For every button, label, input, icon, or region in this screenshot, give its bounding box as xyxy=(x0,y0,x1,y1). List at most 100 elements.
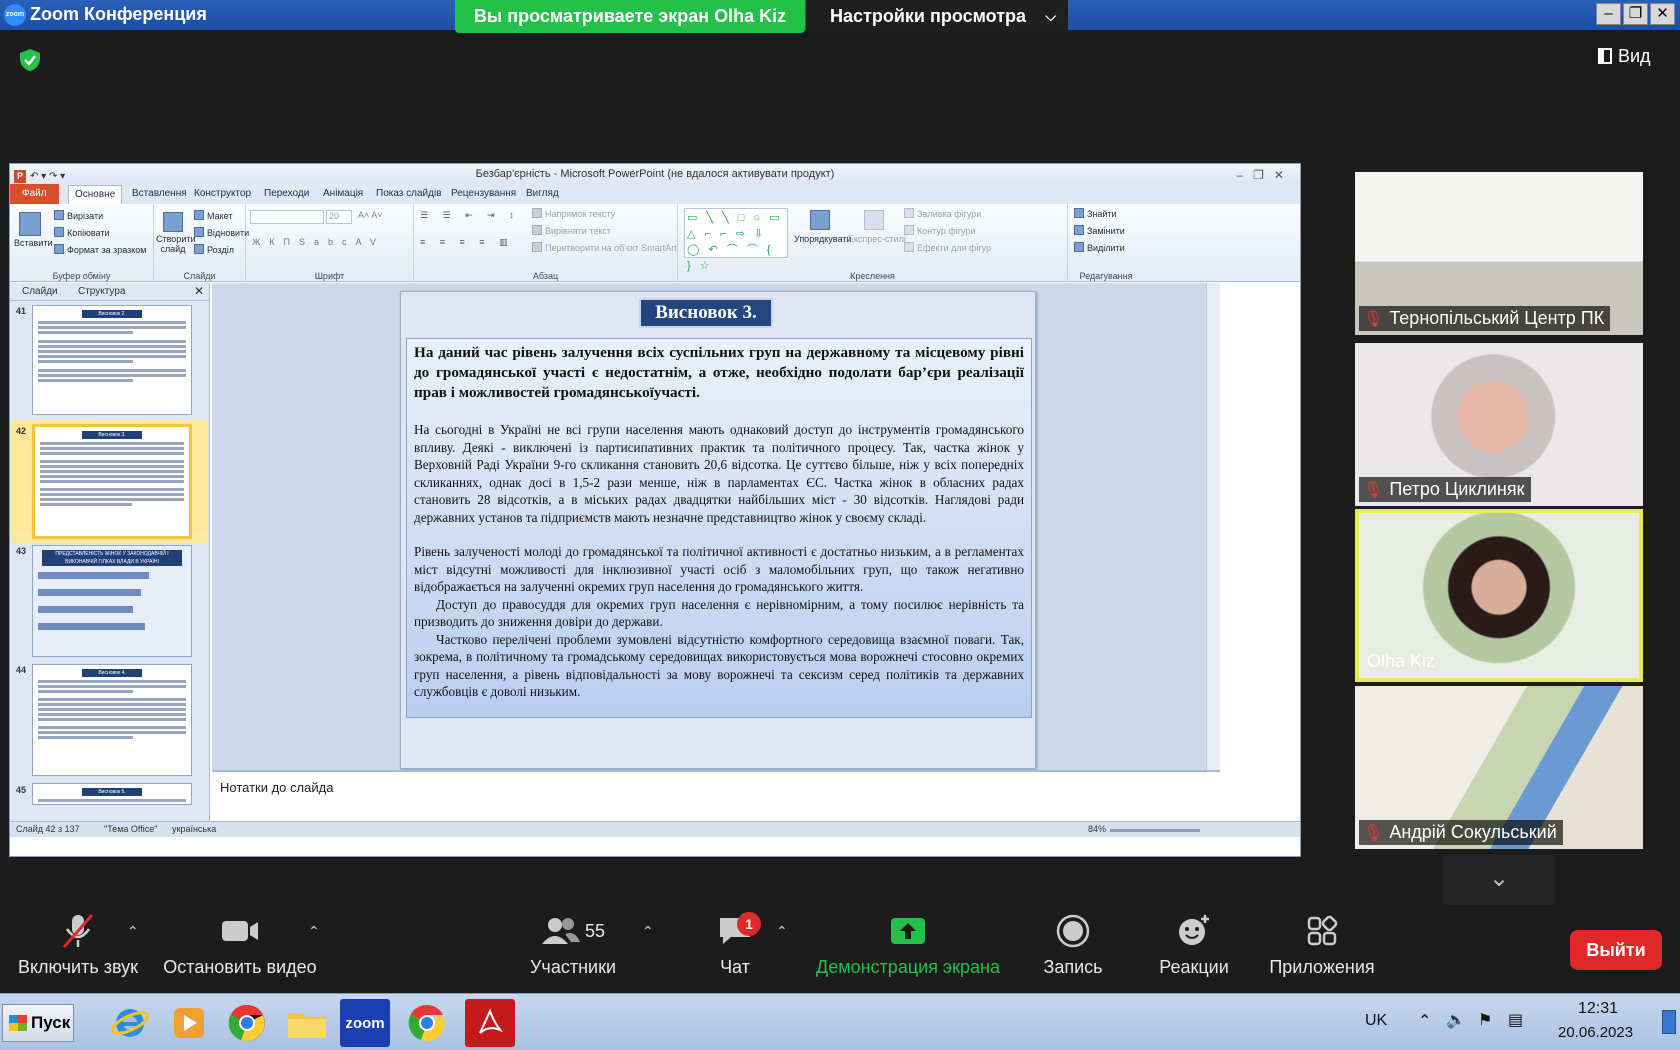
tab-outline[interactable]: Структура xyxy=(78,286,125,297)
zoom-taskbar-icon[interactable]: zoom xyxy=(340,999,390,1047)
media-player-icon[interactable] xyxy=(164,999,214,1047)
apps-button[interactable]: Приложения xyxy=(1266,905,1378,978)
shape-outline-button[interactable]: Контур фігури xyxy=(904,225,975,236)
internet-explorer-icon[interactable] xyxy=(105,999,155,1047)
list-buttons[interactable]: ☰ ☰ ⇤ ⇥ ↕ xyxy=(420,210,520,221)
record-button[interactable]: Запись xyxy=(1040,905,1106,978)
slide-notes[interactable]: Нотатки до слайда xyxy=(212,770,1220,806)
slide-counter: Слайд 42 з 137 xyxy=(16,824,80,834)
record-label: Запись xyxy=(1043,957,1103,977)
leave-meeting-button[interactable]: Выйти xyxy=(1570,930,1662,970)
clock-date[interactable]: 20.06.2023 xyxy=(1558,1024,1633,1041)
font-style-buttons[interactable]: ЖКПSabcAV xyxy=(252,237,385,247)
minimize-button[interactable]: – xyxy=(1596,3,1621,25)
tab-animation[interactable]: Анімація xyxy=(323,188,363,199)
tab-review[interactable]: Рецензування xyxy=(451,188,516,199)
slide-text-box[interactable]: На даний час рівень залучення всіх суспі… xyxy=(406,338,1032,718)
replace-button[interactable]: Замінити xyxy=(1074,225,1125,236)
chrome-icon[interactable] xyxy=(402,999,452,1047)
tab-slides[interactable]: Слайди xyxy=(22,286,58,297)
restore-button[interactable]: ❐ xyxy=(1623,3,1648,25)
start-button[interactable]: Пуск xyxy=(2,1004,74,1042)
paste-button[interactable]: Вставити xyxy=(14,212,53,248)
participant-video-active-speaker[interactable]: Olha Kiz xyxy=(1355,509,1643,682)
cut-button[interactable]: Вирізати xyxy=(54,210,103,221)
slide-thumbnail[interactable]: Висновок 5. xyxy=(32,783,192,805)
keyboard-language[interactable]: UK xyxy=(1365,1012,1387,1030)
reset-button[interactable]: Відновити xyxy=(194,227,249,238)
text-line xyxy=(38,374,186,377)
action-center-flag-icon[interactable]: ⚑ xyxy=(1478,1010,1492,1030)
shape-effects-button[interactable]: Ефекти для фігур xyxy=(904,242,991,253)
audio-options-caret-icon[interactable]: ⌃ xyxy=(127,923,139,940)
participant-video[interactable]: 🎙 Андрій Сокульський xyxy=(1355,686,1643,849)
shapes-gallery[interactable]: ▭ ╲ ╲ □ ○ ▭ △ ⌐ ⌐ ⇨ ⇩ ◯ ↶ ⌒ ⌒ { } ☆ xyxy=(684,208,788,272)
tab-file[interactable]: Файл xyxy=(10,184,59,204)
view-button-label: Вид xyxy=(1618,46,1651,66)
close-button[interactable]: ✕ xyxy=(1650,3,1675,25)
copy-button[interactable]: Копіювати xyxy=(54,227,110,238)
clock-time[interactable]: 12:31 xyxy=(1578,1000,1618,1018)
chat-button[interactable]: Чат xyxy=(700,905,770,978)
tab-insert[interactable]: Вставлення xyxy=(132,188,187,199)
unmute-button[interactable]: Включить звук xyxy=(10,905,146,978)
new-slide-label: Створити слайд xyxy=(156,234,196,254)
chat-options-caret-icon[interactable]: ⌃ xyxy=(776,923,788,940)
acrobat-reader-icon[interactable] xyxy=(465,999,515,1047)
participant-video[interactable]: 🎙 Петро Циклиняк xyxy=(1355,343,1643,506)
select-button[interactable]: Виділити xyxy=(1074,242,1125,253)
section-button[interactable]: Розділ xyxy=(194,244,234,255)
zoom-slider[interactable] xyxy=(1110,829,1200,832)
align-buttons[interactable]: ≡ ≡ ≡ ≡ ▥ xyxy=(420,237,514,248)
participant-video[interactable]: 🎙 Тернопільський Центр ПК xyxy=(1355,172,1643,335)
slide-scrollbar[interactable] xyxy=(1206,283,1220,770)
tab-view[interactable]: Вигляд xyxy=(526,188,559,199)
security-shield-icon[interactable] xyxy=(18,48,42,72)
video-options-caret-icon[interactable]: ⌃ xyxy=(308,923,320,940)
slide-thumbnail[interactable]: Висновок 2. xyxy=(32,305,192,415)
tab-slideshow[interactable]: Показ слайдів xyxy=(376,188,442,199)
volume-icon[interactable]: 🔈 xyxy=(1446,1010,1466,1030)
text-direction-button[interactable]: Напрямок тексту xyxy=(532,208,615,219)
font-size-field[interactable]: 20 xyxy=(326,210,352,224)
tab-design[interactable]: Конструктор xyxy=(194,188,251,199)
slide-canvas[interactable]: Висновок 3. На даний час рівень залученн… xyxy=(400,291,1036,769)
text-direction-label: Напрямок тексту xyxy=(545,209,616,219)
show-hidden-icons-icon[interactable]: ⌃ xyxy=(1418,1011,1431,1031)
format-painter-button[interactable]: Формат за зразком xyxy=(54,244,147,255)
participants-options-caret-icon[interactable]: ⌃ xyxy=(642,923,654,940)
video-camera-icon xyxy=(160,905,320,957)
text-line xyxy=(38,355,186,358)
file-explorer-icon[interactable] xyxy=(282,999,332,1047)
smartart-button[interactable]: Перетворити на об'єкт SmartArt xyxy=(532,242,677,253)
slide-thumbnail[interactable]: ПРЕДСТАВЛЕНІСТЬ ЖІНОК У ЗАКОНОДАВЧІЙ І В… xyxy=(32,545,192,657)
shape-fill-button[interactable]: Заливка фігури xyxy=(904,208,981,219)
participants-button[interactable]: 55 Участники xyxy=(520,905,626,978)
new-slide-button[interactable]: Створити слайд xyxy=(156,212,196,254)
smartart-label: Перетворити на об'єкт SmartArt xyxy=(545,243,677,253)
tab-home[interactable]: Основне xyxy=(68,185,123,205)
tab-transitions[interactable]: Переходи xyxy=(264,188,309,199)
align-text-button[interactable]: Вирівняти текст xyxy=(532,225,611,236)
show-desktop-button[interactable] xyxy=(1662,1010,1676,1034)
shared-powerpoint-window: P ↶ ▾ ↷ ▾ Безбар'єрність - Microsoft Powe… xyxy=(9,163,1301,857)
chrome-icon[interactable] xyxy=(222,999,272,1047)
find-button[interactable]: Знайти xyxy=(1074,208,1117,219)
reactions-button[interactable]: Реакции xyxy=(1152,905,1236,978)
smartart-icon xyxy=(532,242,542,252)
arrange-button[interactable]: Упорядкувати xyxy=(794,210,851,244)
slides-group-label: Слайди xyxy=(183,271,216,281)
quick-styles-button[interactable]: Експрес-стилі xyxy=(848,210,906,244)
close-panel-icon[interactable]: ✕ xyxy=(194,284,204,298)
grow-font-icon[interactable]: A˄ A˅ xyxy=(358,210,383,220)
view-settings-dropdown[interactable]: Настройки просмотра ⌵ xyxy=(806,0,1068,33)
stop-video-button[interactable]: Остановить видео xyxy=(160,905,320,978)
scroll-participants-down-button[interactable]: ⌄ xyxy=(1443,855,1555,905)
share-screen-button[interactable]: Демонстрация экрана xyxy=(810,905,1006,978)
font-name-field[interactable] xyxy=(250,210,324,224)
layout-button[interactable]: Макет xyxy=(194,210,232,221)
slide-thumbnail-selected[interactable]: Висновок 3. xyxy=(32,424,192,539)
slide-thumbnail[interactable]: Висновок 4. xyxy=(32,664,192,776)
network-icon[interactable]: ▤ xyxy=(1508,1010,1523,1030)
view-button[interactable]: Вид xyxy=(1598,46,1668,74)
